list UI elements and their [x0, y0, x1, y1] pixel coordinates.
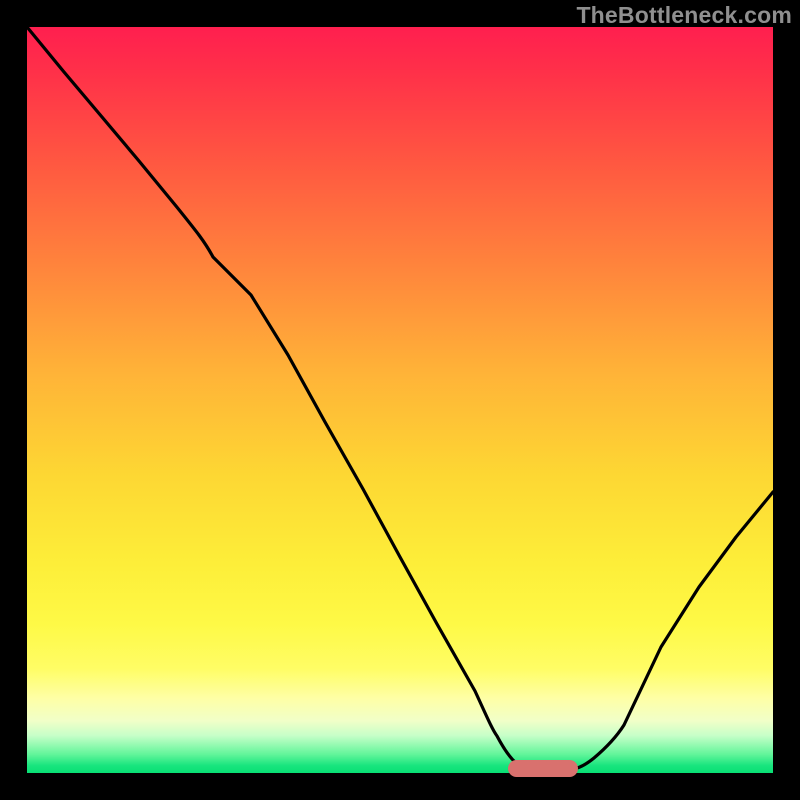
bottleneck-curve: [27, 27, 773, 770]
watermark-text: TheBottleneck.com: [576, 2, 792, 29]
optimal-range-marker: [508, 760, 578, 777]
curve-svg: [27, 27, 773, 773]
plot-area: [27, 27, 773, 773]
chart-frame: TheBottleneck.com: [0, 0, 800, 800]
